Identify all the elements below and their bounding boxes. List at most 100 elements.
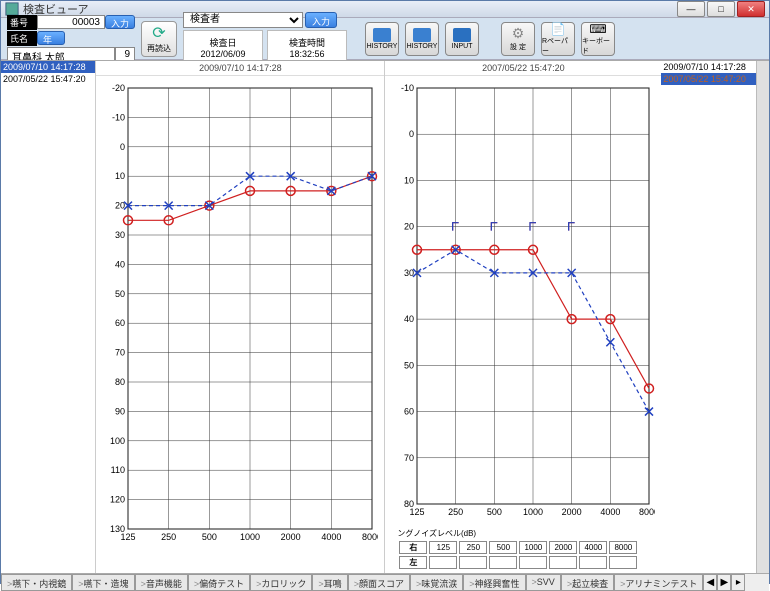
chart-left-pane: 2009/07/10 14:17:28 -20 -10 0 10 20 30 40 50 60 7… bbox=[95, 61, 384, 573]
svg-text:250: 250 bbox=[449, 507, 464, 517]
svg-text:120: 120 bbox=[110, 495, 125, 505]
reload-button[interactable]: ⟳ 再読込 bbox=[141, 21, 177, 57]
bottom-tab[interactable]: >音声機能 bbox=[135, 574, 188, 591]
examiner-input-button[interactable]: 入力 bbox=[305, 12, 337, 28]
bottom-tab-nav[interactable]: ◀ bbox=[703, 574, 717, 591]
svg-text:0: 0 bbox=[120, 142, 125, 152]
svg-text:-10: -10 bbox=[112, 112, 125, 122]
history-icon bbox=[373, 28, 391, 42]
chart-right-title: 2007/05/22 15:47:20 bbox=[385, 61, 661, 76]
svg-text:60: 60 bbox=[404, 407, 414, 417]
svg-text:30: 30 bbox=[115, 230, 125, 240]
svg-text:50: 50 bbox=[115, 289, 125, 299]
exam-date-label: 検査日 bbox=[209, 36, 236, 49]
svg-text:20: 20 bbox=[115, 201, 125, 211]
keyboard-button[interactable]: ⌨キーボード bbox=[581, 22, 615, 56]
exam-time-value: 18:32:56 bbox=[289, 49, 324, 59]
bottom-tab[interactable]: >神経興奮性 bbox=[463, 574, 525, 591]
svg-text:60: 60 bbox=[115, 318, 125, 328]
svg-text:10: 10 bbox=[404, 175, 414, 185]
reload-label: 再読込 bbox=[147, 43, 171, 54]
app-icon bbox=[5, 2, 19, 16]
app-window: 検査ビューア — □ ✕ 番号 00003 入力 氏名 年齢 耳鼻科 太郎 9 … bbox=[0, 0, 770, 584]
keyboard-icon: ⌨ bbox=[589, 22, 606, 36]
paper-icon: 📄 bbox=[551, 22, 566, 36]
svg-text:40: 40 bbox=[404, 314, 414, 324]
svg-text:1000: 1000 bbox=[240, 532, 260, 542]
svg-text:125: 125 bbox=[121, 532, 136, 542]
id-input-button[interactable]: 入力 bbox=[105, 15, 135, 29]
svg-text:4000: 4000 bbox=[601, 507, 621, 517]
examiner-select[interactable]: 検査者 bbox=[183, 12, 303, 28]
patient-info: 番号 00003 入力 氏名 年齢 耳鼻科 太郎 9 bbox=[7, 15, 135, 62]
gear-icon: ⚙ bbox=[512, 25, 525, 42]
rpaper-button[interactable]: 📄Rペーパー bbox=[541, 22, 575, 56]
patient-name: 耳鼻科 太郎 bbox=[7, 47, 115, 61]
svg-text:2000: 2000 bbox=[281, 532, 301, 542]
svg-text:8000: 8000 bbox=[362, 532, 378, 542]
mask-table: 右1252505001000200040008000左 bbox=[397, 539, 639, 571]
examiner-block: 検査者 入力 検査日 2012/06/09 検査時間 18:32:56 bbox=[183, 12, 347, 66]
chart-right-pane: 2007/05/22 15:47:20 -1001020304050607080… bbox=[384, 61, 661, 573]
chart-left-title: 2009/07/10 14:17:28 bbox=[96, 61, 384, 76]
svg-text:50: 50 bbox=[404, 360, 414, 370]
svg-text:70: 70 bbox=[404, 453, 414, 463]
svg-text:40: 40 bbox=[115, 259, 125, 269]
history2-button[interactable]: HISTORY bbox=[405, 22, 439, 56]
main-area: 2009/07/10 14:17:282007/05/22 15:47:20 2… bbox=[1, 61, 769, 573]
bottom-tab[interactable]: >嚥下・造塊 bbox=[72, 574, 134, 591]
bottom-tab[interactable]: >偏倚テスト bbox=[188, 574, 250, 591]
left-timestamp-list[interactable]: 2009/07/10 14:17:282007/05/22 15:47:20 bbox=[1, 61, 95, 573]
vscrollbar[interactable] bbox=[756, 61, 769, 573]
minimize-button[interactable]: — bbox=[677, 1, 705, 17]
exam-date-value: 2012/06/09 bbox=[200, 49, 245, 59]
svg-text:4000: 4000 bbox=[322, 532, 342, 542]
history1-button[interactable]: HISTORY bbox=[365, 22, 399, 56]
age-label: 年齢 bbox=[37, 31, 65, 45]
svg-text:-10: -10 bbox=[401, 83, 414, 93]
bottom-tab-nav[interactable]: ▶ bbox=[717, 574, 731, 591]
svg-text:80: 80 bbox=[115, 377, 125, 387]
svg-text:500: 500 bbox=[202, 532, 217, 542]
right-timestamp-list[interactable]: 2009/07/10 14:17:282007/05/22 15:47:20 bbox=[661, 61, 755, 573]
svg-text:10: 10 bbox=[115, 171, 125, 181]
input-icon bbox=[453, 28, 471, 42]
svg-text:110: 110 bbox=[111, 465, 125, 475]
close-button[interactable]: ✕ bbox=[737, 1, 765, 17]
bottom-tab-nav[interactable]: ▸ bbox=[731, 574, 745, 591]
timestamp-item[interactable]: 2007/05/22 15:47:20 bbox=[661, 73, 755, 85]
bottom-tab[interactable]: >耳鳴 bbox=[312, 574, 347, 591]
bottom-tab[interactable]: >カロリック bbox=[250, 574, 312, 591]
audiogram-left: -20-100102030405060708090100110120130125… bbox=[96, 76, 384, 573]
bottom-tab[interactable]: >顔面スコア bbox=[348, 574, 410, 591]
bottom-tab[interactable]: >起立検査 bbox=[561, 574, 614, 591]
svg-text:100: 100 bbox=[110, 436, 125, 446]
audiogram-right: -100102030405060708012525050010002000400… bbox=[385, 76, 661, 573]
bottom-tab[interactable]: >嚥下・内視鏡 bbox=[1, 574, 72, 591]
bottom-tab[interactable]: >アリナミンテスト bbox=[614, 574, 703, 591]
input-button[interactable]: INPUT bbox=[445, 22, 479, 56]
svg-text:20: 20 bbox=[404, 222, 414, 232]
exam-time-label: 検査時間 bbox=[289, 36, 325, 49]
bottom-tabs: >嚥下・内視鏡>嚥下・造塊>音声機能>偏倚テスト>カロリック>耳鳴>顔面スコア>… bbox=[1, 573, 769, 591]
svg-text:250: 250 bbox=[162, 532, 177, 542]
id-label: 番号 bbox=[7, 15, 37, 30]
bottom-tab[interactable]: >味覚流涙 bbox=[410, 574, 463, 591]
svg-text:70: 70 bbox=[115, 348, 125, 358]
svg-text:-20: -20 bbox=[112, 83, 125, 93]
maximize-button[interactable]: □ bbox=[707, 1, 735, 17]
svg-text:125: 125 bbox=[410, 507, 425, 517]
settings-button[interactable]: ⚙設 定 bbox=[501, 22, 535, 56]
svg-text:30: 30 bbox=[404, 268, 414, 278]
name-label: 氏名 bbox=[7, 31, 37, 46]
svg-text:1000: 1000 bbox=[523, 507, 543, 517]
patient-age: 9 bbox=[115, 47, 135, 61]
svg-text:2000: 2000 bbox=[562, 507, 582, 517]
timestamp-item[interactable]: 2009/07/10 14:17:28 bbox=[1, 61, 95, 73]
timestamp-item[interactable]: 2007/05/22 15:47:20 bbox=[1, 73, 95, 85]
svg-text:8000: 8000 bbox=[639, 507, 655, 517]
timestamp-item[interactable]: 2009/07/10 14:17:28 bbox=[661, 61, 755, 73]
bottom-tab[interactable]: >SVV bbox=[526, 574, 561, 591]
toolbar: 番号 00003 入力 氏名 年齢 耳鼻科 太郎 9 ⟳ 再読込 検査者 入力 bbox=[1, 18, 769, 60]
history-icon bbox=[413, 28, 431, 42]
